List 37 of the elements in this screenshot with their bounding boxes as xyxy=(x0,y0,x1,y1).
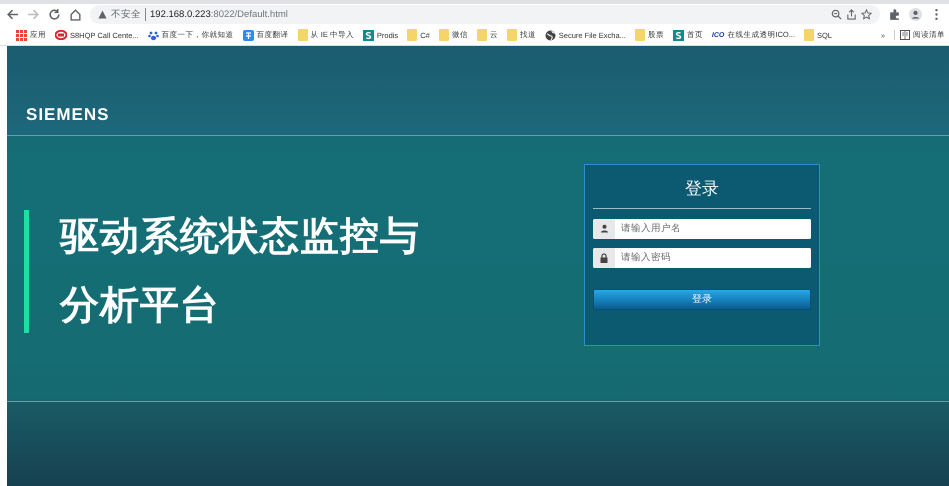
login-button[interactable]: 登录 xyxy=(593,288,811,310)
apps-grid-icon xyxy=(16,30,27,40)
logo-icon xyxy=(55,30,67,40)
password-field[interactable]: 请输入密码 xyxy=(593,248,811,268)
profile-avatar-icon[interactable] xyxy=(909,8,922,21)
platform-title: 分析平台 xyxy=(60,282,221,328)
reload-icon[interactable] xyxy=(48,8,61,21)
username-field[interactable]: 请输入用户名 xyxy=(593,218,811,238)
folder-icon xyxy=(407,29,418,41)
address-bar[interactable]: 不安全 192.168.0.223:8022/Default.html xyxy=(90,5,880,24)
s-logo-icon xyxy=(362,30,374,40)
folder-icon xyxy=(438,29,449,41)
folder-icon xyxy=(476,29,487,41)
translate-icon xyxy=(242,30,254,40)
zoom-icon[interactable] xyxy=(831,9,842,20)
lock-icon xyxy=(600,252,608,262)
home-icon[interactable] xyxy=(69,8,82,21)
globe-icon xyxy=(544,30,556,40)
paw-icon xyxy=(148,30,159,40)
folder-icon xyxy=(804,29,814,41)
extensions-icon[interactable] xyxy=(888,8,901,21)
security-label: 不安全 xyxy=(111,8,146,21)
s-logo-icon xyxy=(672,30,684,40)
folder-icon xyxy=(298,29,308,41)
warning-icon xyxy=(98,10,107,19)
login-heading: 登录 xyxy=(684,178,720,200)
share-icon[interactable] xyxy=(846,9,857,20)
platform-title: 驱动系统状态监控与 xyxy=(60,214,420,260)
url-path: :8022/Default.html xyxy=(210,9,288,20)
brand-logo: SIEMENS xyxy=(26,105,110,125)
user-icon xyxy=(600,224,608,233)
url-host: 192.168.0.223 xyxy=(150,9,211,20)
star-icon[interactable] xyxy=(861,9,872,20)
back-arrow-icon[interactable] xyxy=(6,8,19,21)
folder-icon xyxy=(634,29,645,41)
folder-icon xyxy=(506,29,517,41)
reading-list-icon xyxy=(900,30,910,40)
